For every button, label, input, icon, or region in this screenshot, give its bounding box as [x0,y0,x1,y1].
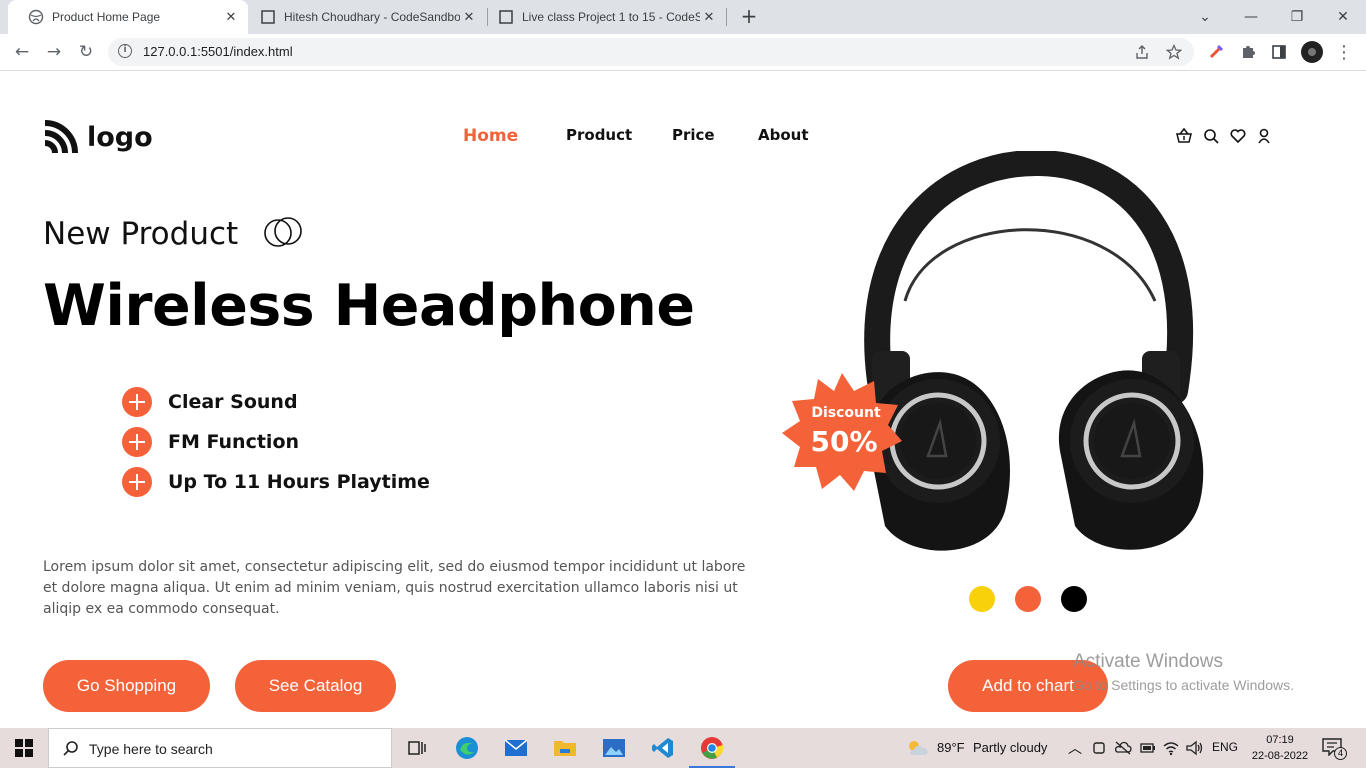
plus-icon [122,427,152,457]
forward-arrow-icon[interactable]: → [42,40,66,64]
search-icon [63,741,78,756]
search-icon[interactable] [1202,127,1220,145]
feature-item: Clear Sound [122,387,298,417]
clock-date: 22-08-2022 [1251,750,1309,762]
battery-icon[interactable] [1140,741,1156,755]
discount-label: Discount [811,405,881,421]
feature-item: Up To 11 Hours Playtime [122,467,430,497]
basket-icon[interactable] [1175,127,1193,145]
site-info-icon[interactable]: i [118,44,132,58]
back-arrow-icon[interactable]: ← [10,40,34,64]
nav-product[interactable]: Product [566,126,632,144]
mail-icon[interactable] [502,734,530,762]
taskbar-clock[interactable]: 07:19 22-08-2022 [1250,732,1310,764]
url-text[interactable]: 127.0.0.1:5501/index.html [143,44,293,59]
codesandbox-icon [499,10,513,24]
wifi-icon[interactable] [1163,740,1179,756]
plus-icon [122,387,152,417]
hero-description: Lorem ipsum dolor sit amet, consectetur … [43,559,746,617]
feature-label: FM Function [168,431,300,453]
profile-avatar[interactable] [1301,41,1323,63]
close-tab-icon[interactable]: ✕ [700,9,718,25]
globe-icon [28,9,44,25]
file-explorer-icon[interactable] [551,734,579,762]
windows-logo-icon [15,739,33,757]
feature-item: FM Function [122,427,299,457]
discount-badge: Discount 50% [782,373,902,491]
browser-tab-bar: Product Home Page ✕ Hitesh Choudhary - C… [0,0,1366,34]
close-tab-icon[interactable]: ✕ [460,9,478,25]
task-view-icon[interactable] [403,734,431,762]
user-icon[interactable] [1255,127,1273,145]
tab-separator [726,8,727,26]
notification-center-icon[interactable]: 4 [1322,738,1347,760]
extensions-puzzle-icon[interactable] [1238,42,1258,62]
taskbar-search-placeholder: Type here to search [89,741,213,757]
product-page: logo Home Product Price About New Produc… [0,71,1366,728]
partly-cloudy-weather-icon[interactable] [905,738,929,758]
tab-search-chevron-icon[interactable]: ⌄ [1182,0,1228,34]
vscode-icon[interactable] [649,734,677,762]
weather-description[interactable]: Partly cloudy [973,740,1047,755]
activate-windows-subtitle: Go to Settings to activate Windows. [1073,677,1294,693]
tab-product-home[interactable]: Product Home Page ✕ [8,0,248,34]
chrome-icon[interactable] [689,734,735,768]
reload-icon[interactable]: ↻ [74,40,98,64]
tab-codesandbox[interactable]: Hitesh Choudhary - CodeSandbox ✕ [240,0,486,34]
address-toolbar: ← → ↻ i 127.0.0.1:5501/index.html ⋮ [0,34,1366,71]
activate-windows-title: Activate Windows [1073,651,1223,672]
headphone-product-image [864,151,1204,551]
hero-title: Wireless Headphone [43,273,695,339]
windows-taskbar: Type here to search 89°F Partly cloudy ︿… [0,728,1366,768]
feature-label: Clear Sound [168,391,298,413]
share-icon[interactable] [1134,44,1150,60]
notification-count: 4 [1334,747,1347,760]
close-tab-icon[interactable]: ✕ [222,9,240,25]
site-logo[interactable]: logo [43,119,153,155]
feature-label: Up To 11 Hours Playtime [168,471,430,493]
language-indicator[interactable]: ENG [1212,740,1238,754]
taskbar-search-box[interactable]: Type here to search [48,728,392,768]
omnibox[interactable]: i 127.0.0.1:5501/index.html [108,38,1194,66]
rings-decoration-icon [264,217,302,247]
discount-value: 50% [810,425,877,458]
colorpicker-extension-icon[interactable] [1206,42,1226,62]
plus-icon [122,467,152,497]
close-window-button[interactable]: ✕ [1320,0,1366,34]
onedrive-offline-icon[interactable] [1114,740,1132,756]
nav-about[interactable]: About [758,126,809,144]
logo-mark-icon [44,120,78,154]
photos-icon[interactable] [600,734,628,762]
nav-home[interactable]: Home [463,126,518,146]
go-shopping-button[interactable]: Go Shopping [43,660,210,712]
heart-icon[interactable] [1229,127,1247,145]
logo-text: logo [87,121,153,153]
side-panel-icon[interactable] [1269,42,1289,62]
windows-start-button[interactable] [0,728,48,768]
restore-button[interactable]: ❐ [1274,0,1320,34]
weather-temperature[interactable]: 89°F [937,740,965,755]
clock-time: 07:19 [1266,734,1294,746]
edge-browser-icon[interactable] [453,734,481,762]
color-swatch-yellow[interactable] [969,586,995,612]
tab-live-class[interactable]: Live class Project 1 to 15 - CodeS ✕ [478,0,726,34]
meet-now-icon[interactable] [1092,740,1106,756]
tab-title: Hitesh Choudhary - CodeSandbox [284,10,460,24]
see-catalog-button[interactable]: See Catalog [235,660,396,712]
bookmark-star-icon[interactable] [1166,44,1182,60]
codesandbox-icon [261,10,275,24]
color-swatch-black[interactable] [1061,586,1087,612]
hero-tagline: New Product [43,216,239,252]
nav-price[interactable]: Price [672,126,715,144]
color-swatch-orange[interactable] [1015,586,1041,612]
minimize-button[interactable]: — [1228,0,1274,34]
browser-menu-icon[interactable]: ⋮ [1334,42,1354,63]
volume-icon[interactable] [1186,740,1204,756]
new-tab-button[interactable]: + [738,5,760,27]
tab-title: Product Home Page [52,10,161,24]
show-hidden-icons-chevron-icon[interactable]: ︿ [1068,738,1082,758]
tab-title: Live class Project 1 to 15 - CodeS [522,10,700,24]
